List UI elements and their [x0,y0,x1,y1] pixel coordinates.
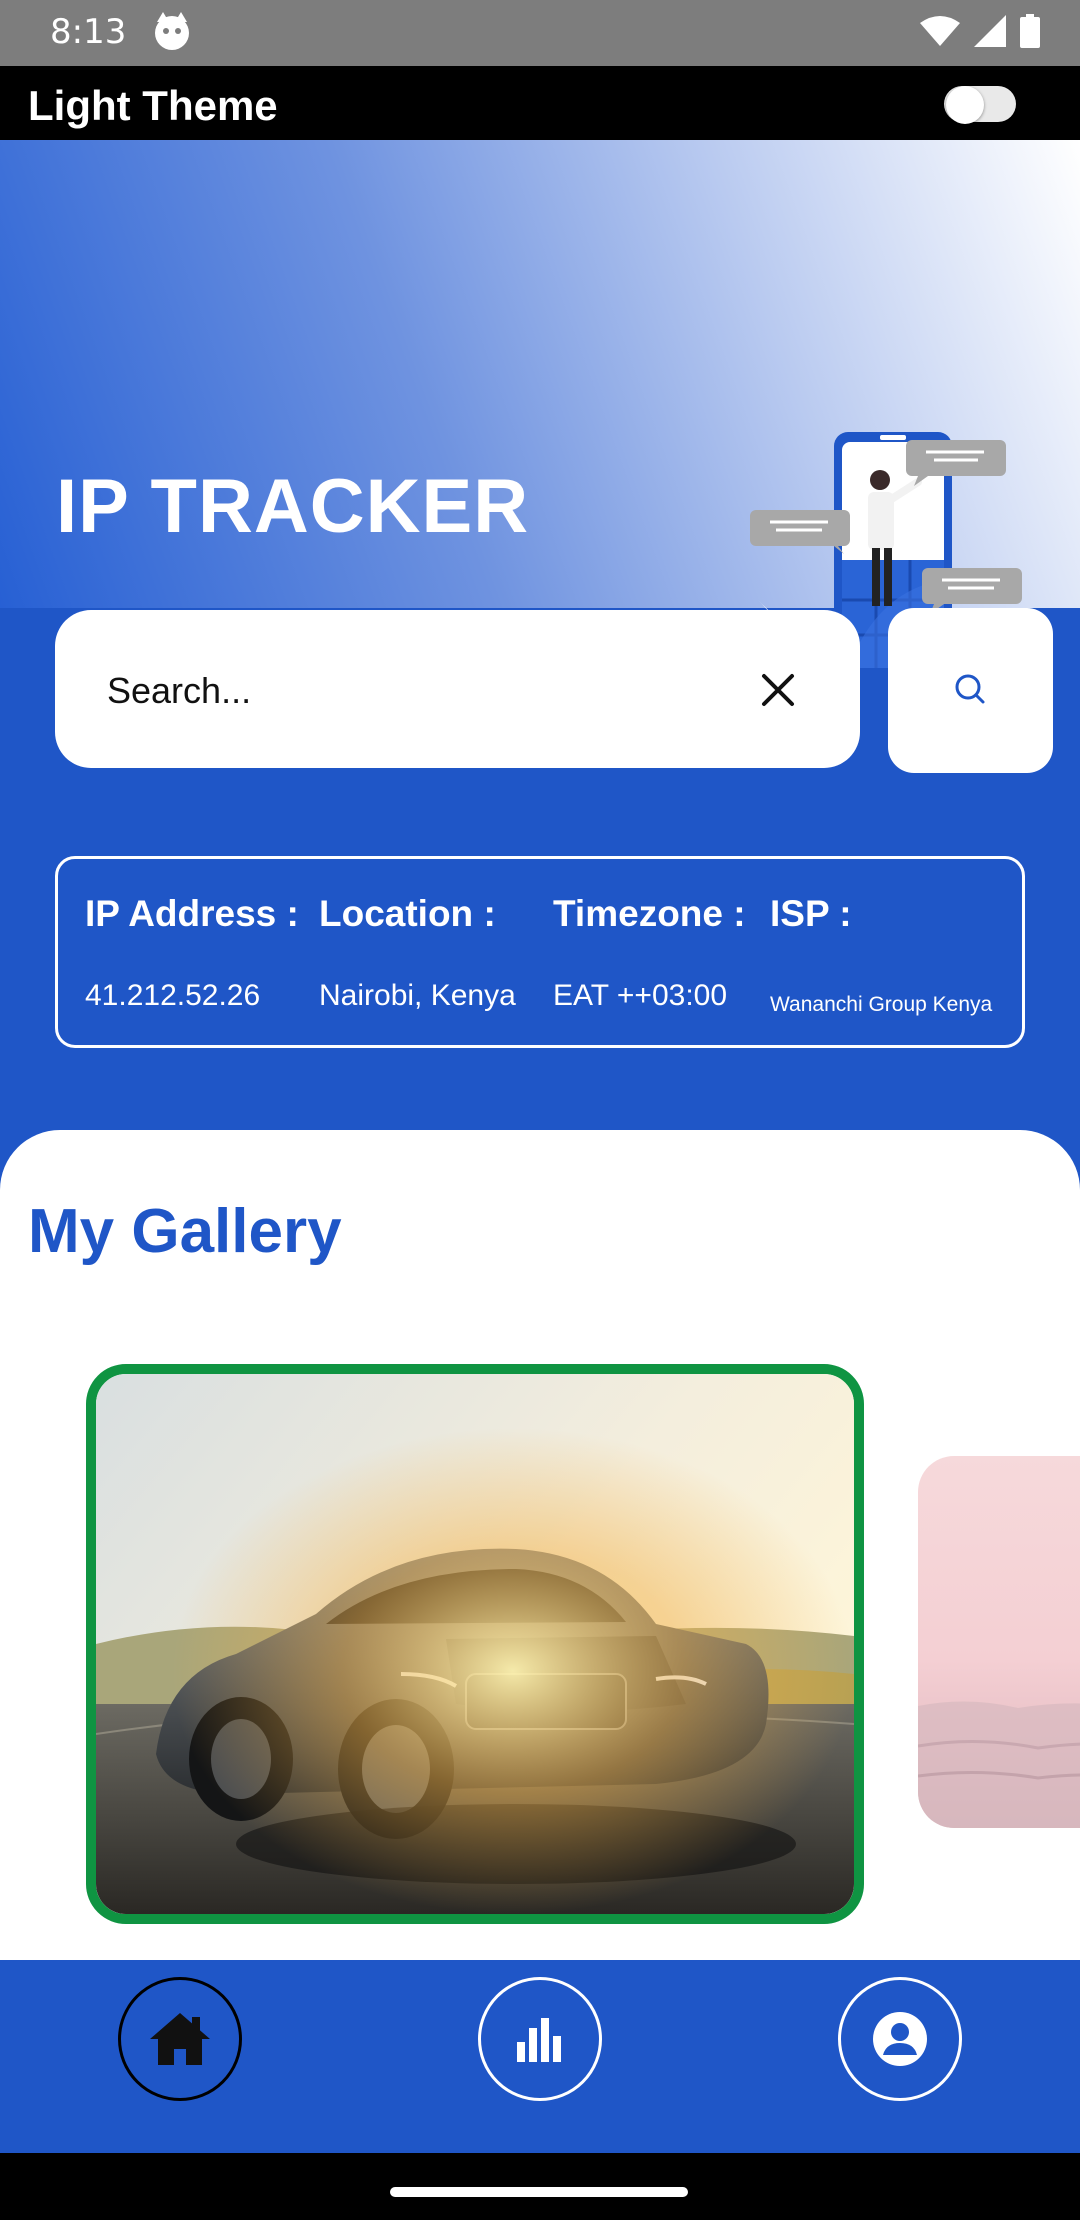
status-icons [920,14,1040,48]
close-icon [762,674,794,706]
gallery-section: My Gallery [0,1130,1080,1960]
isp-label: ISP : [770,893,852,934]
timezone-value: EAT ++03:00 [553,979,728,1012]
theme-toggle[interactable] [944,86,1016,124]
app-title: IP TRACKER [56,464,530,549]
hero-banner: IP TRACKER [0,140,1080,678]
ip-address-value: 41.212.52.26 [85,979,261,1012]
theme-label: Light Theme [28,82,278,129]
search-input-text[interactable]: Search... [107,670,251,712]
clear-search-button[interactable] [738,660,818,720]
status-time: 8:13 [50,12,127,52]
ip-address-label: IP Address : [85,893,299,934]
location-value: Nairobi, Kenya [319,979,516,1012]
home-icon [150,2013,210,2065]
profile-icon [873,2012,927,2066]
ip-info-card: IP Address : 41.212.52.26 Location : Nai… [55,856,1025,1048]
gesture-handle[interactable] [390,2187,688,2197]
nav-profile-button[interactable] [838,1977,962,2101]
chart-icon [517,2018,561,2062]
search-button[interactable] [888,608,1053,773]
battery-icon [1020,14,1040,48]
wifi-icon [920,16,960,46]
isp-value: Wananchi Group Kenya [770,993,993,1016]
status-bar: 8:13 [0,0,1080,66]
theme-toggle-knob [946,86,984,124]
signal-icon [974,15,1006,47]
sea-photo [918,1701,1080,1828]
notification-cat-icon [155,12,189,50]
gallery-title: My Gallery [28,1197,342,1266]
nav-home-button[interactable] [118,1977,242,2101]
gallery-item-car[interactable] [86,1364,864,1924]
gallery-item-sea[interactable] [918,1456,1080,1828]
gesture-bar [0,2153,1080,2220]
location-label: Location : [319,893,496,934]
car-photo [96,1374,854,1914]
nav-stats-button[interactable] [478,1977,602,2101]
timezone-label: Timezone : [553,893,746,934]
search-icon [955,674,985,704]
theme-bar: Light Theme [0,66,1080,140]
